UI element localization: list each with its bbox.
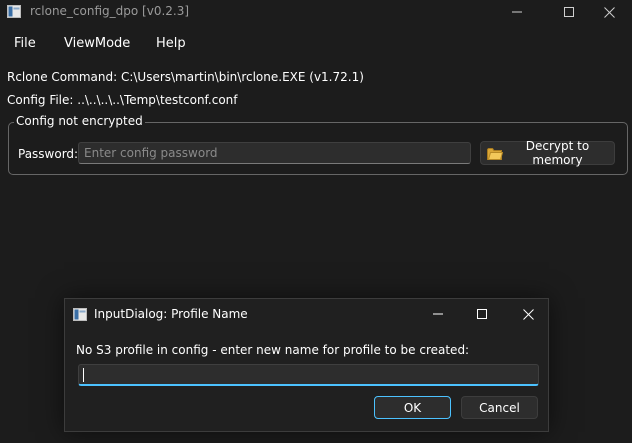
encryption-group-title: Config not encrypted [14, 114, 145, 128]
close-icon [603, 6, 615, 18]
dialog-minimize-button[interactable] [415, 299, 461, 329]
menu-bar: File ViewMode Help [0, 32, 632, 56]
minimize-button[interactable] [494, 0, 540, 24]
dialog-window-icon [73, 308, 87, 321]
menu-file[interactable]: File [14, 36, 36, 51]
decrypt-button[interactable]: Decrypt to memory [480, 139, 615, 167]
window-title: rclone_config_dpo [v0.2.3] [30, 4, 190, 18]
app-window-icon [7, 5, 21, 18]
minimize-icon [512, 11, 522, 13]
dialog-maximize-button[interactable] [459, 299, 505, 329]
rclone-command-label: Rclone Command: C:\Users\martin\bin\rclo… [7, 70, 364, 84]
maximize-icon [477, 309, 487, 319]
dialog-close-button[interactable] [505, 299, 551, 329]
menu-viewmode[interactable]: ViewMode [64, 36, 130, 51]
title-bar: rclone_config_dpo [v0.2.3] [0, 0, 632, 24]
decrypt-button-label: Decrypt to memory [525, 139, 590, 167]
profile-name-dialog: InputDialog: Profile Name No S3 profile … [64, 298, 549, 432]
ok-button[interactable]: OK [374, 396, 451, 419]
menu-help[interactable]: Help [156, 36, 186, 51]
minimize-icon [433, 313, 443, 315]
cancel-button[interactable]: Cancel [461, 396, 538, 419]
password-label: Password: [18, 147, 79, 161]
close-button[interactable] [586, 0, 632, 24]
folder-icon [487, 147, 504, 160]
maximize-icon [564, 7, 574, 17]
profile-name-input[interactable] [78, 364, 539, 386]
config-file-label: Config File: ..\..\..\..\Temp\testconf.c… [7, 93, 238, 107]
close-icon [522, 308, 534, 320]
password-input[interactable] [78, 142, 471, 164]
dialog-title: InputDialog: Profile Name [94, 307, 248, 321]
dialog-message: No S3 profile in config - enter new name… [76, 343, 470, 357]
text-caret [83, 368, 84, 382]
